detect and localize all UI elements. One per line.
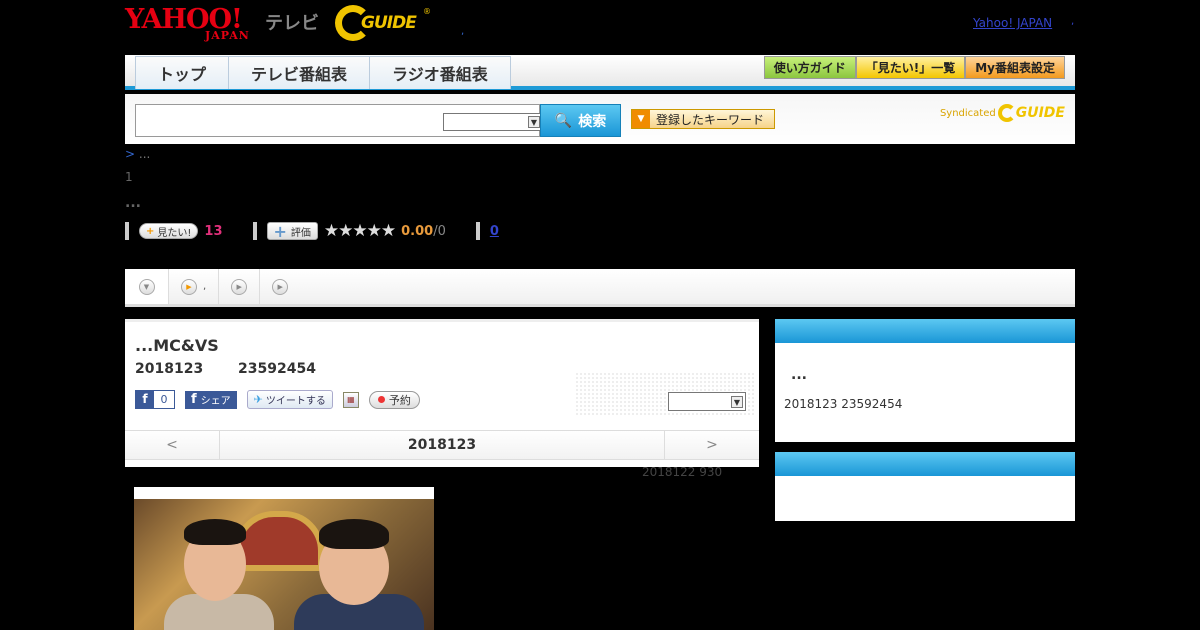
program-date: 2018123	[135, 361, 204, 377]
chevron-down-icon: ▼	[731, 396, 743, 408]
registered-keyword-button[interactable]: ▼ 登録したキーワード	[631, 109, 775, 129]
next-date-button[interactable]: >	[664, 431, 759, 459]
program-select[interactable]: ▼	[668, 392, 746, 411]
circle-play-icon: ▶	[181, 278, 197, 295]
updated-timestamp: 2018122 930	[642, 465, 723, 479]
mitai-list-button[interactable]: 「見たい!」一覧	[855, 56, 966, 79]
date-navigation: < 2018123 >	[125, 430, 759, 460]
rating-label: 評価	[290, 227, 311, 239]
header-dot-right: ,	[1071, 16, 1075, 27]
tweet-button[interactable]: ✈ ツイートする	[246, 390, 333, 409]
circle-down-icon: ▼	[138, 278, 155, 295]
divider	[252, 222, 257, 240]
search-input[interactable]: ▼	[135, 104, 543, 137]
plus-icon: +	[273, 221, 287, 241]
circle-play-icon: ▶	[272, 278, 289, 295]
yahoo-logo-sub: JAPAN	[205, 29, 250, 42]
tv-label: テレビ	[265, 13, 319, 34]
mitai-label: 見たい!	[157, 227, 192, 239]
person-left-hair	[184, 519, 246, 545]
yahoo-japan-link[interactable]: Yahoo! JAPAN	[973, 16, 1052, 30]
nav-tabs: トップ テレビ番組表 ラジオ番組表	[135, 56, 511, 89]
program-time: 23592454	[238, 361, 316, 377]
page-number: 1	[125, 170, 133, 184]
sub-tab-1[interactable]: ▼	[125, 269, 169, 304]
plus-icon: +	[146, 225, 155, 237]
record-dot-icon	[377, 396, 385, 403]
calendar-icon[interactable]: ▦	[342, 391, 359, 408]
facebook-count: 0	[154, 391, 174, 408]
sidebar-box-2-header	[775, 452, 1075, 476]
header-dot: ,	[461, 26, 465, 37]
breadcrumb: > ...	[125, 147, 150, 161]
rating-score: 0.00	[401, 223, 434, 239]
sidebar-box-2	[775, 452, 1075, 521]
social-buttons: f 0 f シェア ✈ ツイートする ▦ 予約	[135, 390, 420, 409]
syndicated-logo: Syndicated GUIDE	[940, 104, 1065, 122]
gguide-reg-mark: ®	[423, 7, 431, 16]
registered-keyword-label: 登録したキーワード	[656, 112, 765, 127]
chevron-down-icon: ▼	[528, 116, 540, 128]
stats-row: + 見たい! 13 + 評価 ★★★★★ 0.00 /0 0	[125, 221, 499, 241]
sidebar-box-1-header	[775, 319, 1075, 343]
yahoo-logo[interactable]: YAHOO! JAPAN テレビ	[125, 4, 325, 42]
twitter-icon: ✈	[253, 393, 263, 406]
syndicated-text: Syndicated	[939, 107, 996, 119]
facebook-share-label: シェア	[200, 396, 231, 407]
mitai-button[interactable]: + 見たい!	[139, 223, 199, 239]
review-count-link[interactable]: 0	[490, 224, 499, 239]
facebook-icon: f	[136, 391, 154, 408]
sub-tab-3[interactable]: ▶	[219, 269, 261, 304]
circle-play-icon: ▶	[231, 278, 248, 295]
gguide-logo[interactable]: GUIDE ®	[335, 5, 435, 41]
triangle-down-icon: ▼	[632, 110, 650, 128]
rating-stars: ★★★★★	[323, 221, 396, 241]
my-listing-settings-button[interactable]: My番組表設定	[965, 56, 1065, 79]
program-title: ...MC&VS	[135, 336, 219, 355]
sidebar-box-1-text: 2018123 23592454	[784, 397, 903, 411]
sub-tab-2[interactable]: ▶ ,	[169, 269, 220, 304]
sub-tabs: ▼ ▶ , ▶ ▶	[125, 269, 1075, 307]
mitai-count: 13	[204, 223, 223, 239]
search-bar: ▼ 🔍 検索 ▼ 登録したキーワード Syndicated GUIDE	[125, 94, 1075, 144]
prev-date-button[interactable]: <	[125, 431, 220, 459]
breadcrumb-text: ...	[138, 147, 151, 161]
guide-button[interactable]: 使い方ガイド	[763, 56, 856, 79]
facebook-share-button[interactable]: f シェア	[185, 390, 237, 409]
search-category-select[interactable]: ▼	[443, 113, 543, 131]
tweet-label: ツイートする	[265, 396, 326, 407]
search-button[interactable]: 🔍 検索	[540, 104, 621, 137]
rating-count: /0	[433, 223, 446, 239]
search-button-label: 検索	[578, 113, 607, 130]
syndicated-logo-text: GUIDE	[1015, 105, 1065, 121]
facebook-f-icon: f	[191, 392, 197, 407]
program-photo	[134, 499, 434, 630]
sub-tab-4[interactable]: ▶	[260, 269, 300, 304]
main-nav: トップ テレビ番組表 ラジオ番組表 使い方ガイド 「見たい!」一覧 My番組表設…	[125, 55, 1075, 90]
search-icon: 🔍	[554, 112, 573, 129]
reserve-label: 予約	[388, 393, 411, 407]
ellipsis-text: ...	[125, 195, 141, 211]
divider	[475, 222, 480, 240]
gguide-g-small-icon	[997, 104, 1016, 122]
gguide-logo-text: GUIDE	[361, 13, 417, 33]
person-right-hair	[319, 519, 389, 549]
nav-tab-radio-listings[interactable]: ラジオ番組表	[370, 56, 511, 89]
reserve-button[interactable]: 予約	[368, 390, 420, 409]
sidebar-box-1-title: ...	[791, 367, 807, 383]
divider	[125, 222, 129, 240]
nav-tab-top[interactable]: トップ	[135, 56, 230, 89]
program-image	[134, 487, 434, 630]
sidebar-box-1: ... 2018123 23592454	[775, 319, 1075, 442]
breadcrumb-arrow[interactable]: >	[125, 147, 135, 161]
program-panel: ...MC&VS 2018123 23592454 f 0 f シェア ✈ ツイ…	[125, 319, 759, 467]
facebook-like-count[interactable]: f 0	[135, 390, 175, 409]
ornate-frame	[234, 511, 324, 571]
nav-tab-tv-listings[interactable]: テレビ番組表	[229, 56, 371, 89]
rating-button[interactable]: + 評価	[266, 221, 318, 241]
current-date: 2018123	[407, 437, 477, 453]
nav-right-buttons: 使い方ガイド 「見たい!」一覧 My番組表設定	[763, 56, 1065, 79]
sub-tab-2-label: ,	[203, 281, 207, 292]
